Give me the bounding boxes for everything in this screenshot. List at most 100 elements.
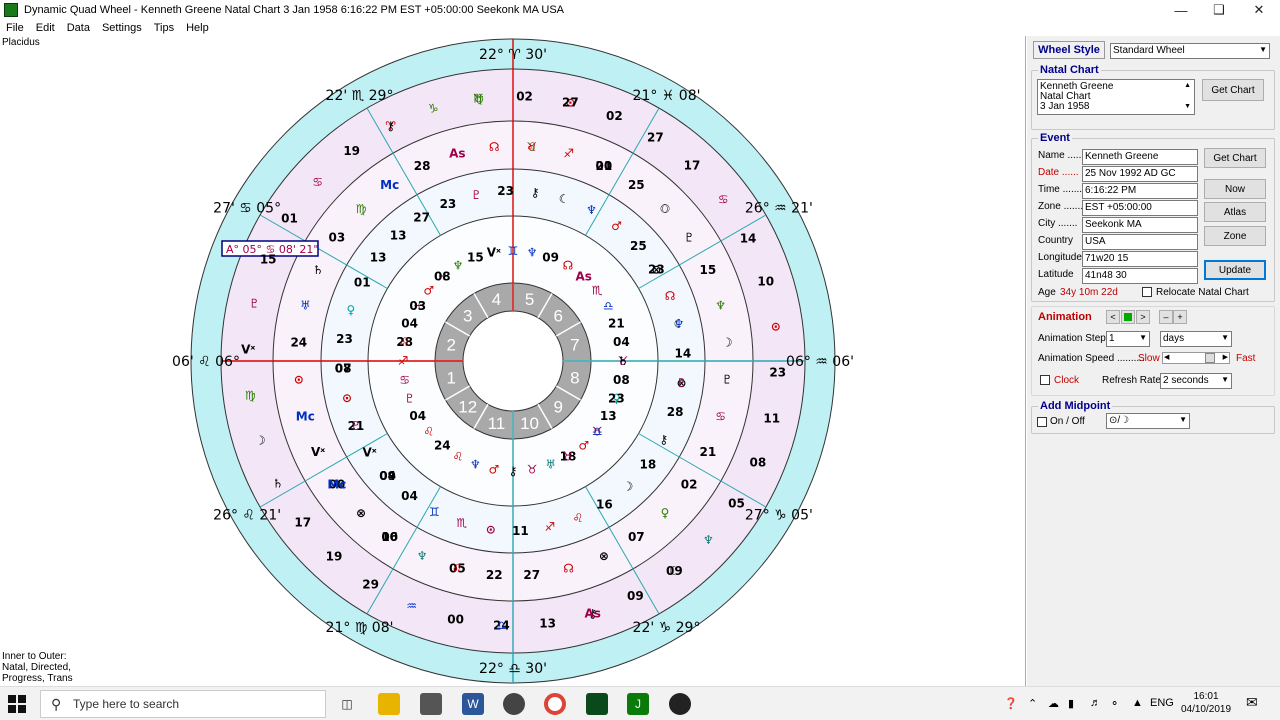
planet-glyph: 08 <box>434 270 451 284</box>
app-icon-dark[interactable] <box>669 693 691 715</box>
calculator-icon[interactable] <box>420 693 442 715</box>
atlas-button[interactable]: Atlas <box>1204 202 1266 222</box>
language-indicator[interactable]: ENG <box>1150 697 1174 709</box>
planet-glyph: ⚷ <box>386 119 395 133</box>
app-icon-j[interactable]: J <box>627 693 649 715</box>
help-tray-icon[interactable]: ❓ <box>1004 697 1018 710</box>
planet-glyph: 21 <box>700 445 717 459</box>
anim-minus-button[interactable]: – <box>1159 310 1173 324</box>
control-panel: Wheel Style Standard Wheel ▼ Natal Chart… <box>1027 36 1280 686</box>
city-field[interactable]: Seekonk MA <box>1082 217 1198 233</box>
planet-glyph: ♍ <box>245 389 256 403</box>
battery-icon[interactable]: ▮ <box>1068 697 1074 710</box>
clock-checkbox[interactable] <box>1040 375 1050 385</box>
time-field[interactable]: 6:16:22 PM <box>1082 183 1198 199</box>
anim-stop-button[interactable] <box>1121 310 1135 324</box>
quad-wheel-chart[interactable]: 1234 5678910111222° ♈ 30'21° ♓ 08'26° ♒ 2… <box>0 36 1026 686</box>
planet-glyph: ♏ <box>592 283 603 297</box>
slider-thumb[interactable] <box>1205 353 1215 363</box>
planet-glyph: 27 <box>523 568 540 582</box>
now-button[interactable]: Now <box>1204 179 1266 199</box>
cusp-label: 22° ♈ 30' <box>479 47 547 63</box>
taskbar-clock[interactable]: 16:01 04/10/2019 <box>1180 690 1232 716</box>
natal-get-chart-button[interactable]: Get Chart <box>1202 79 1264 101</box>
country-field[interactable]: USA <box>1082 234 1198 250</box>
close-button[interactable]: ✕ <box>1236 0 1280 20</box>
word-icon[interactable]: W <box>462 693 484 715</box>
chrome-icon[interactable] <box>544 693 566 715</box>
midpoint-select[interactable]: ⊙/☽ ▼ <box>1106 413 1190 429</box>
scroll-down-icon[interactable]: ▼ <box>1184 102 1191 112</box>
menu-file[interactable]: File <box>6 22 24 34</box>
refresh-select[interactable]: 2 seconds ▼ <box>1160 373 1232 389</box>
task-view-icon[interactable]: ◫ <box>336 693 358 715</box>
planet-glyph: ☽ <box>722 335 733 349</box>
anim-plus-button[interactable]: + <box>1173 310 1187 324</box>
name-field[interactable]: Kenneth Greene <box>1082 149 1198 165</box>
planet-glyph: 15 <box>700 263 717 277</box>
planet-glyph: ♆ <box>586 203 597 217</box>
planet-glyph: 17 <box>684 159 701 173</box>
house-number: 10 <box>520 414 539 433</box>
menu-help[interactable]: Help <box>186 22 209 34</box>
planet-glyph: 16 <box>381 530 398 544</box>
app-icon-green[interactable] <box>586 693 608 715</box>
planet-glyph: ⊗ <box>356 506 366 520</box>
planet-glyph: 13 <box>600 409 617 423</box>
menu-edit[interactable]: Edit <box>36 22 55 34</box>
latitude-field[interactable]: 41n48 30 <box>1082 268 1198 284</box>
natal-chart-group: Natal Chart Kenneth Greene Natal Chart 3… <box>1031 64 1275 130</box>
event-get-chart-button[interactable]: Get Chart <box>1204 148 1266 168</box>
menu-data[interactable]: Data <box>67 22 90 34</box>
wheel-style-select[interactable]: Standard Wheel ▼ <box>1110 43 1270 59</box>
planet-glyph: ♀ <box>661 506 670 520</box>
planet-glyph: 05 <box>728 496 745 510</box>
date-field[interactable]: 25 Nov 1992 AD GC <box>1082 166 1198 182</box>
planet-glyph: ♊ <box>429 505 440 519</box>
anim-prev-button[interactable]: < <box>1106 310 1120 324</box>
planet-glyph: ♌ <box>526 140 537 154</box>
zone-button[interactable]: Zone <box>1204 226 1266 246</box>
midpoint-title: Add Midpoint <box>1038 400 1113 412</box>
menu-settings[interactable]: Settings <box>102 22 142 34</box>
relocate-checkbox[interactable] <box>1142 287 1152 297</box>
chevron-up-icon[interactable]: ⌃ <box>1028 697 1037 710</box>
app-icon-media[interactable] <box>503 693 525 715</box>
stop-icon <box>1124 313 1132 321</box>
longitude-field[interactable]: 71w20 15 <box>1082 251 1198 267</box>
natal-chart-list[interactable]: Kenneth Greene Natal Chart 3 Jan 1958 ▲ … <box>1037 79 1195 115</box>
house-number: 4 <box>492 290 501 309</box>
planet-glyph: ♉ <box>527 462 538 476</box>
file-explorer-icon[interactable] <box>378 693 400 715</box>
notifications-icon[interactable]: ✉ <box>1246 694 1258 711</box>
midpoint-checkbox[interactable] <box>1037 417 1047 427</box>
update-button[interactable]: Update <box>1204 260 1266 280</box>
planet-glyph: ☽ <box>255 434 266 448</box>
speaker-icon[interactable]: ♬ <box>1090 697 1101 709</box>
step-select[interactable]: 1 ▼ <box>1106 331 1150 347</box>
taskbar-search[interactable]: ⚲ Type here to search <box>40 690 326 718</box>
cusp-label: 22' ♑ 29° <box>633 620 701 636</box>
wheel-canvas[interactable]: 1 2 3 4 5 6 7 8 9 10 11 12 22° ♈ 30' 21° ♓ 08' 26° ♒ 2… <box>0 36 1026 686</box>
anim-next-button[interactable]: > <box>1136 310 1150 324</box>
planet-glyph: ♌ <box>423 425 434 439</box>
house-system-label: Placidus <box>2 37 40 48</box>
wifi-icon[interactable]: ▲ <box>1132 697 1143 709</box>
network-icon[interactable]: ☁ <box>1048 697 1059 710</box>
zone-field[interactable]: EST +05:00:00 <box>1082 200 1198 216</box>
slider-left-icon: ◀ <box>1164 354 1170 361</box>
speed-slider[interactable]: ◀ ▶ <box>1162 352 1230 364</box>
chevron-down-icon: ▼ <box>1221 375 1229 384</box>
menu-tips[interactable]: Tips <box>154 22 174 34</box>
planet-glyph: 04 <box>409 409 426 423</box>
planet-glyph: 08 <box>749 455 766 469</box>
scroll-up-icon[interactable]: ▲ <box>1184 81 1191 91</box>
step-unit-select[interactable]: days ▼ <box>1160 331 1232 347</box>
house-number: 9 <box>554 397 563 416</box>
planet-glyph: ♀ <box>346 303 355 317</box>
globe-icon[interactable]: ⚬ <box>1110 697 1119 710</box>
windows-start-icon[interactable] <box>8 695 26 713</box>
planet-glyph: 09 <box>379 469 396 483</box>
planet-glyph: ⚷ <box>659 432 668 446</box>
field-label-latitude: Latitude <box>1038 269 1074 280</box>
